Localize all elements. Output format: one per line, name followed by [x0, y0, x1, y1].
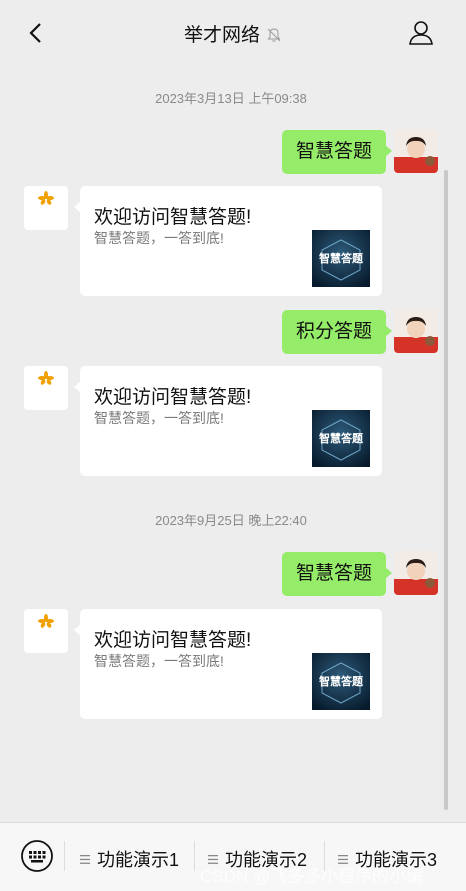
bot-logo-icon [24, 186, 68, 230]
card-description: 智慧答题，一答到底! [94, 653, 224, 669]
bot-avatar[interactable] [24, 186, 68, 230]
bot-avatar[interactable] [24, 609, 68, 653]
chat-title: 举才网络 [0, 20, 466, 47]
card-thumbnail: 智慧答题 [312, 410, 370, 467]
my-avatar[interactable] [394, 309, 438, 353]
menu-item-1[interactable]: 功能演示1 [80, 846, 179, 872]
bot-logo-icon [24, 366, 68, 410]
thumb-label: 智慧答题 [319, 431, 364, 445]
thumb-label: 智慧答题 [319, 251, 364, 265]
mute-bell-icon [267, 28, 281, 42]
message-card-2[interactable]: 欢迎访问智慧答题! 智慧答题，一答到底! 智慧答题 [74, 366, 382, 476]
card-description: 智慧答题，一答到底! [94, 410, 224, 426]
menu-item-label: 功能演示1 [97, 850, 180, 870]
menu-divider [194, 841, 195, 871]
card-thumbnail: 智慧答题 [312, 653, 370, 710]
card-title: 欢迎访问智慧答题! [94, 387, 252, 408]
card-title: 欢迎访问智慧答题! [94, 630, 252, 651]
menu-list-icon [80, 855, 90, 864]
top-navigation-bar: 举才网络 [0, 0, 466, 66]
my-avatar[interactable] [394, 129, 438, 173]
thumb-label: 智慧答题 [319, 674, 364, 688]
bot-avatar[interactable] [24, 366, 68, 410]
my-message-bubble-2[interactable]: 积分答题 [282, 310, 393, 354]
card-title: 欢迎访问智慧答题! [94, 207, 252, 228]
my-avatar[interactable] [394, 551, 438, 595]
timestamp-2: 2023年9月25日 晚上22:40 [155, 513, 307, 528]
card-description: 智慧答题，一答到底! [94, 230, 224, 246]
person-avatar-image [394, 309, 438, 353]
person-avatar-image [394, 129, 438, 173]
chat-messages-area[interactable]: 2023年3月13日 上午09:38 智慧答题 欢迎访问智慧答题! 智慧答题，一… [12, 66, 450, 822]
bot-logo-icon [24, 609, 68, 653]
card-thumbnail: 智慧答题 [312, 230, 370, 287]
my-message-bubble-3[interactable]: 智慧答题 [282, 552, 393, 596]
csdn-watermark: CSDN @飞多多小程序的小编 [200, 867, 424, 886]
my-message-bubble-1[interactable]: 智慧答题 [282, 130, 393, 174]
timestamp-1: 2023年3月13日 上午09:38 [155, 91, 307, 106]
profile-user-icon[interactable] [408, 20, 434, 46]
chat-title-text: 举才网络 [183, 25, 260, 46]
menu-divider [64, 841, 65, 871]
keyboard-icon[interactable] [20, 839, 54, 873]
person-avatar-image [394, 551, 438, 595]
chat-scrollbar[interactable] [444, 170, 448, 810]
message-card-1[interactable]: 欢迎访问智慧答题! 智慧答题，一答到底! 智慧答题 [74, 186, 382, 296]
message-card-3[interactable]: 欢迎访问智慧答题! 智慧答题，一答到底! 智慧答题 [74, 609, 382, 719]
